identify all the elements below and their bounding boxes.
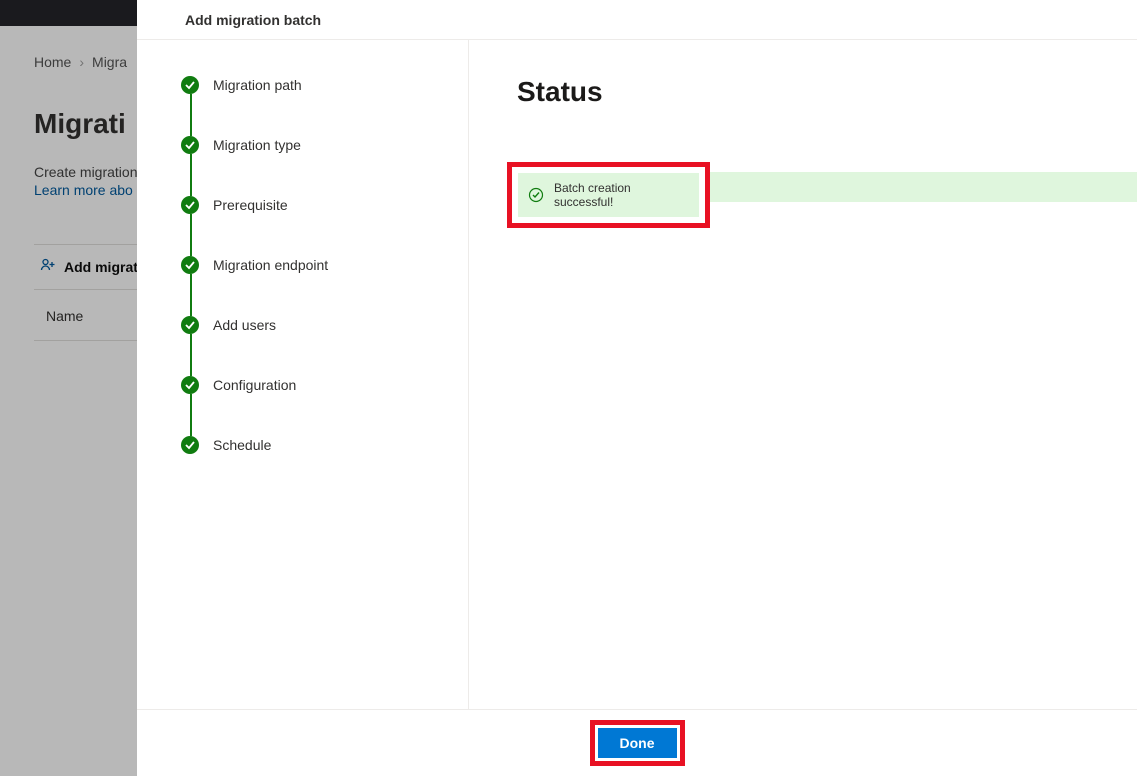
success-banner: Batch creation successful! — [518, 173, 699, 217]
success-highlight: Batch creation successful! — [507, 162, 710, 228]
wizard-step-add-users[interactable]: Add users — [181, 316, 424, 376]
success-message: Batch creation successful! — [554, 181, 689, 209]
step-label: Configuration — [213, 377, 296, 393]
wizard-step-migration-type[interactable]: Migration type — [181, 136, 424, 196]
checkmark-icon — [181, 196, 199, 214]
step-label: Migration path — [213, 77, 302, 93]
modal-content-pane: Status Batch creation successful! — [469, 40, 1137, 709]
checkmark-icon — [181, 376, 199, 394]
checkmark-icon — [181, 436, 199, 454]
modal-title: Add migration batch — [185, 12, 321, 28]
success-banner-background — [709, 172, 1137, 202]
success-check-icon — [528, 187, 544, 203]
step-label: Migration type — [213, 137, 301, 153]
checkmark-icon — [181, 136, 199, 154]
wizard-step-migration-endpoint[interactable]: Migration endpoint — [181, 256, 424, 316]
step-label: Migration endpoint — [213, 257, 328, 273]
add-migration-batch-modal: Add migration batch Migration path Migra… — [137, 0, 1137, 776]
wizard-step-prerequisite[interactable]: Prerequisite — [181, 196, 424, 256]
wizard-step-configuration[interactable]: Configuration — [181, 376, 424, 436]
wizard-step-migration-path[interactable]: Migration path — [181, 76, 424, 136]
wizard-step-schedule[interactable]: Schedule — [181, 436, 424, 454]
step-label: Prerequisite — [213, 197, 288, 213]
done-button[interactable]: Done — [598, 728, 677, 758]
wizard-steps-pane: Migration path Migration type Prerequisi… — [137, 40, 469, 709]
status-heading: Status — [517, 76, 1089, 108]
modal-footer: Done — [137, 709, 1137, 776]
checkmark-icon — [181, 316, 199, 334]
step-label: Schedule — [213, 437, 271, 453]
done-highlight: Done — [590, 720, 685, 766]
wizard-steps-list: Migration path Migration type Prerequisi… — [181, 76, 424, 454]
checkmark-icon — [181, 76, 199, 94]
checkmark-icon — [181, 256, 199, 274]
step-label: Add users — [213, 317, 276, 333]
modal-header: Add migration batch — [137, 0, 1137, 40]
